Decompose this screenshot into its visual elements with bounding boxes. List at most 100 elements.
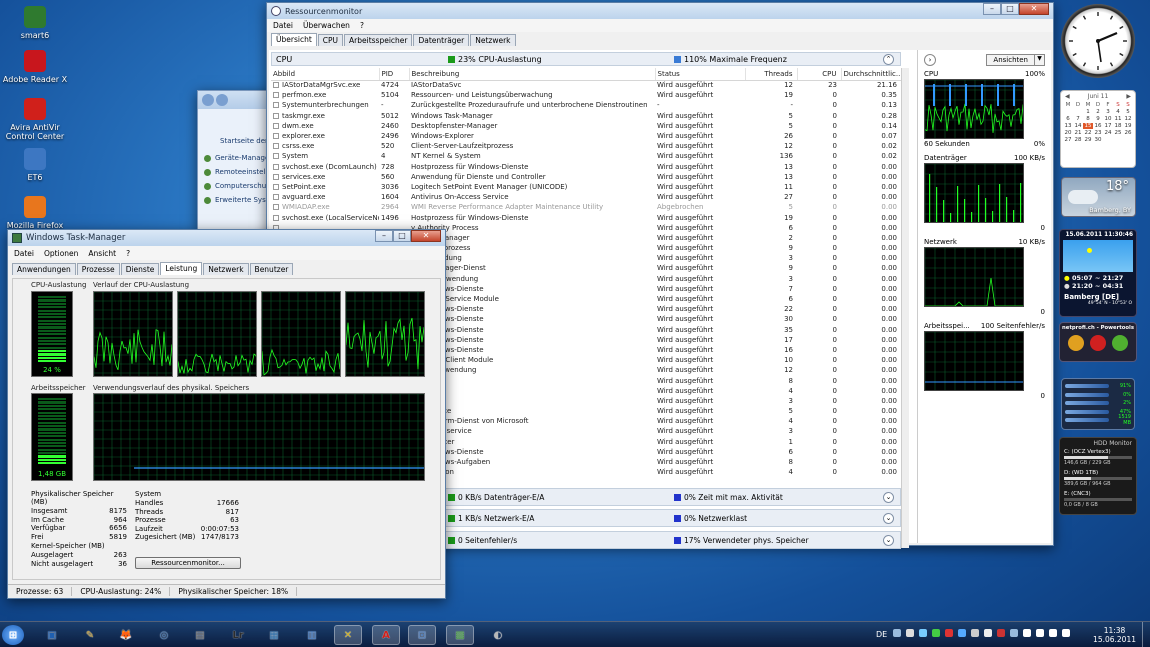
table-row[interactable]: svchost.exe (LocalServiceNo... 1496 Hostpr… (271, 212, 901, 222)
column-header[interactable]: Threads (745, 68, 798, 81)
tray-icon[interactable] (906, 629, 914, 637)
taskmgr-titlebar[interactable]: Windows Task-Manager – □ ✕ (8, 230, 445, 246)
taskbar-app[interactable]: ▥ (298, 625, 326, 645)
calendar-day[interactable]: 29 (1083, 137, 1093, 143)
calendar-day[interactable]: 30 (1093, 137, 1103, 143)
row-checkbox[interactable] (273, 143, 279, 150)
column-header[interactable]: Beschreibung (409, 68, 656, 81)
calendar-day[interactable]: 14 (1073, 123, 1083, 129)
taskbar-app[interactable]: ✎ (76, 625, 104, 645)
calendar-day[interactable]: 17 (1103, 123, 1113, 129)
taskbar-app[interactable]: ◐ (484, 625, 512, 645)
resmon-titlebar[interactable]: Ressourcenmonitor – □ ✕ (267, 3, 1053, 19)
close-button[interactable]: ✕ (411, 230, 441, 242)
views-button[interactable]: Ansichten (986, 54, 1035, 66)
meter-gadget[interactable]: 91% 0% 2% 47% 1519 MB (1061, 378, 1135, 430)
table-scrollbar[interactable] (901, 68, 909, 548)
menu-item[interactable]: Datei (14, 249, 34, 258)
tray-icon[interactable] (1036, 629, 1044, 637)
calendar-day[interactable]: 22 (1083, 130, 1093, 136)
taskbar-clock[interactable]: 11:38 15.06.2011 (1093, 626, 1136, 644)
maximize-button[interactable]: □ (1001, 3, 1019, 15)
row-checkbox[interactable] (273, 183, 279, 190)
taskbar-app[interactable]: ◎ (150, 625, 178, 645)
calendar-day[interactable]: 24 (1103, 130, 1113, 136)
column-header[interactable]: Status (655, 68, 746, 81)
collapse-icon[interactable]: ⌃ (883, 53, 894, 65)
row-checkbox[interactable] (273, 153, 279, 160)
taskbar-app[interactable]: A (372, 625, 400, 645)
pane-toggle-icon[interactable]: › (924, 54, 936, 66)
tab-2[interactable]: Arbeitsspeicher (344, 34, 413, 46)
tray-icon[interactable] (984, 629, 992, 637)
row-checkbox[interactable] (273, 173, 279, 180)
desktop-icon[interactable]: smart6 (0, 6, 70, 40)
tray-icon[interactable] (1062, 629, 1070, 637)
table-row[interactable]: svchost.exe (DcomLaunch) 728 Hostprozess f… (271, 162, 901, 172)
tab-0[interactable]: Anwendungen (12, 263, 76, 275)
control-panel-header[interactable]: Startseite der S (198, 109, 276, 145)
sun-moon-gadget[interactable]: 15.06.2011 11:30:46 ● 05:07 ~ 21:27 ● 21… (1059, 229, 1137, 317)
start-button[interactable]: ⊞ (2, 625, 24, 645)
prev-month-icon[interactable]: ◀ (1065, 93, 1070, 100)
menu-item[interactable]: Ansicht (88, 249, 116, 258)
tab-4[interactable]: Netzwerk (203, 263, 249, 275)
taskbar-app[interactable]: ⊡ (408, 625, 436, 645)
row-checkbox[interactable] (273, 112, 279, 119)
tray-icon[interactable] (971, 629, 979, 637)
row-checkbox[interactable] (273, 204, 279, 211)
sleep-icon[interactable] (1068, 335, 1084, 351)
tray-icon[interactable] (958, 629, 966, 637)
expand-icon[interactable]: ⌄ (883, 512, 894, 524)
menu-item[interactable]: ? (126, 249, 130, 258)
taskbar-app[interactable]: ▦ (260, 625, 288, 645)
table-row[interactable]: csrss.exe 520 Client-Server-Laufzeitprozes… (271, 141, 901, 151)
close-button[interactable]: ✕ (1019, 3, 1049, 15)
desktop-icon[interactable]: Adobe Reader X (0, 50, 70, 84)
calendar-day[interactable]: 25 (1113, 130, 1123, 136)
minimize-button[interactable]: – (983, 3, 1001, 15)
maximize-button[interactable]: □ (393, 230, 411, 242)
calendar-day[interactable]: 28 (1073, 137, 1083, 143)
menu-item[interactable]: Überwachen (303, 21, 350, 30)
back-arrow-icon[interactable] (202, 94, 214, 106)
hdd-monitor-gadget[interactable]: HDD Monitor C: (OCZ Vertex3) 146,6 GB / 2… (1059, 437, 1137, 515)
calendar-day[interactable]: 6 (1063, 116, 1073, 122)
tab-5[interactable]: Benutzer (249, 263, 294, 275)
task-manager-window[interactable]: Windows Task-Manager – □ ✕ Datei Optionen… (7, 229, 446, 599)
tray-icon[interactable] (997, 629, 1005, 637)
column-header[interactable]: PID (379, 68, 410, 81)
calendar-day[interactable]: 23 (1093, 130, 1103, 136)
desktop-icon[interactable]: Avira AntiVir Control Center (0, 98, 70, 141)
tray-icon[interactable] (1010, 629, 1018, 637)
menu-item[interactable]: ? (360, 21, 364, 30)
calendar-day[interactable]: 11 (1113, 116, 1123, 122)
table-row[interactable]: WMIADAP.exe 2964 WMI Reverse Performance A… (271, 202, 901, 212)
calendar-day[interactable]: 20 (1063, 130, 1073, 136)
column-header[interactable]: Durchschnittlic... (841, 68, 901, 81)
row-checkbox[interactable] (273, 214, 279, 221)
table-row[interactable]: services.exe 560 Anwendung für Dienste und… (271, 172, 901, 182)
tray-icon[interactable] (945, 629, 953, 637)
tray-icon[interactable] (932, 629, 940, 637)
calendar-day[interactable]: 2 (1093, 109, 1103, 115)
views-dropdown-icon[interactable]: ▼ (1035, 54, 1045, 66)
weather-gadget[interactable]: 18° Bamberg, BY (1061, 177, 1136, 217)
shutdown-icon[interactable] (1090, 335, 1106, 351)
tab-3[interactable]: Leistung (160, 262, 203, 275)
calendar-day[interactable]: 7 (1073, 116, 1083, 122)
row-checkbox[interactable] (273, 82, 279, 89)
control-panel-window[interactable]: Startseite der S Geräte-Manage Remoteeins… (197, 90, 277, 230)
tab-4[interactable]: Netzwerk (470, 34, 516, 46)
table-row[interactable]: System 4 NT Kernel & System Wird ausgeführt… (271, 151, 901, 161)
calendar-day[interactable]: 16 (1093, 123, 1103, 129)
powertools-gadget[interactable]: netprofi.ch - Powertools (1059, 322, 1137, 362)
calendar-day[interactable]: 1 (1083, 109, 1093, 115)
input-language[interactable]: DE (876, 630, 887, 639)
calendar-day[interactable]: 9 (1093, 116, 1103, 122)
column-header[interactable]: Abbild (271, 68, 380, 81)
row-checkbox[interactable] (273, 163, 279, 170)
table-row[interactable]: perfmon.exe 5104 Ressourcen- und Leistungs… (271, 90, 901, 100)
table-row[interactable]: avguard.exe 1604 Antivirus On-Access Servi… (271, 192, 901, 202)
tray-icon[interactable] (1049, 629, 1057, 637)
